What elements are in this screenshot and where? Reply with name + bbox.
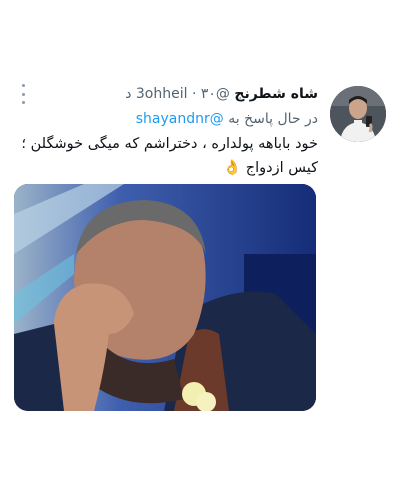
ok-hand-emoji: 👌 (223, 160, 242, 176)
author-name[interactable]: شاه شطرنج (234, 86, 318, 102)
tweet[interactable]: شاه شطرنج @3ohheil · ۳۰ د در حال پاسخ به… (0, 0, 400, 500)
tweet-text-line-1: خود باباهه پولداره ، دختراشم که میگی خوش… (21, 136, 318, 152)
separator-dot: · (191, 86, 197, 102)
author-handle[interactable]: @3ohheil (136, 86, 230, 102)
tweet-media-image[interactable] (14, 184, 316, 411)
tweet-text-line-2: کیس ازدواج 👌 (18, 156, 318, 180)
more-options-icon[interactable] (18, 84, 28, 104)
tweet-text-line-2-text: کیس ازدواج (245, 160, 318, 176)
tweet-text: خود باباهه پولداره ، دختراشم که میگی خوش… (18, 132, 318, 180)
reply-context: در حال پاسخ به @shayandnr (136, 111, 318, 127)
avatar[interactable] (330, 86, 386, 142)
reply-prefix: در حال پاسخ به (228, 111, 318, 127)
tweet-header: شاه شطرنج @3ohheil · ۳۰ د (125, 86, 318, 102)
avatar-image (330, 86, 386, 142)
media-photo (14, 184, 316, 411)
reply-mention-link[interactable]: @shayandnr (136, 111, 224, 127)
